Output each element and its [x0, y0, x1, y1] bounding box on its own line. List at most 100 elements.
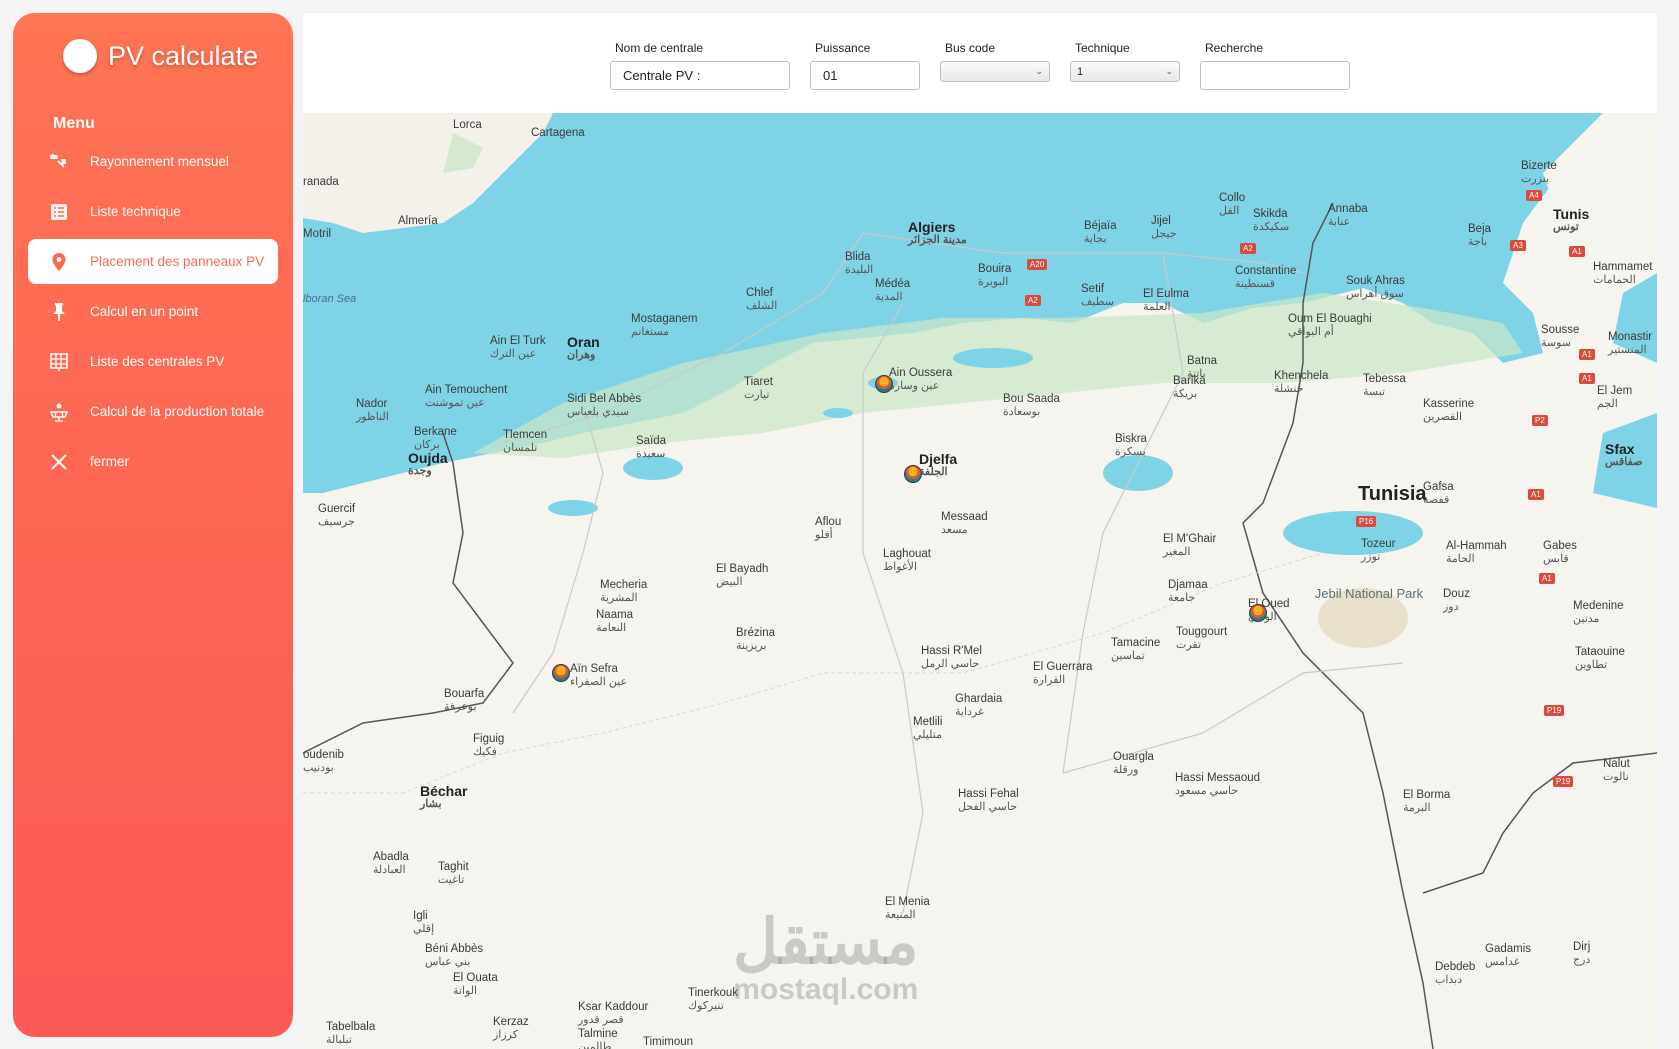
- city-label: Abadla العبادلة: [373, 851, 409, 876]
- city-label: Collo القل: [1219, 192, 1246, 217]
- pushpin-icon: [48, 301, 70, 323]
- city-label: Ksar Kaddour قصر قدور: [578, 1001, 649, 1026]
- menu-item-placement-panneaux[interactable]: Placement des panneaux PV: [28, 239, 278, 284]
- road-shield: A1: [1539, 573, 1555, 584]
- menu-item-rayonnement-mensuel[interactable]: Rayonnement mensuel: [28, 139, 278, 184]
- city-label: Lorca: [453, 119, 482, 131]
- recherche-input[interactable]: [1200, 61, 1350, 90]
- city-label: Figuig فكيك: [473, 733, 505, 758]
- city-label: El Ouata الواتة: [453, 972, 498, 997]
- city-label: El Bayadh البيض: [716, 563, 769, 588]
- city-label: Gafsa قفصة: [1423, 481, 1454, 506]
- city-label: Bouira البويرة: [978, 263, 1012, 288]
- solar-radiation-icon: [48, 151, 70, 173]
- road-shield: A2: [1025, 295, 1041, 306]
- city-label: El Jem الجم: [1597, 385, 1633, 410]
- road-shield: A1: [1579, 349, 1595, 360]
- city-label: Ouargla ورقلة: [1113, 751, 1154, 776]
- recherche-field: Recherche: [1200, 41, 1350, 90]
- chott-melrhir: [1103, 455, 1173, 491]
- menu-item-liste-centrales[interactable]: Liste des centrales PV: [28, 339, 278, 384]
- city-label: Berkane بركان: [414, 426, 457, 451]
- pv-marker-el-oued[interactable]: [1249, 604, 1267, 622]
- technique-select[interactable]: 1 ⌄: [1070, 61, 1180, 82]
- city-label: Aïn Sefra عين الصفراء: [570, 663, 628, 688]
- road-shield: A1: [1569, 246, 1585, 257]
- map-view[interactable]: lboran Sea Tunisia Jebil National Park L…: [303, 113, 1657, 1049]
- city-label: Constantine قسنطينة: [1235, 265, 1297, 290]
- solar-panel-grid-icon: [48, 351, 70, 373]
- city-label-sfax: Sfax صفاقس: [1605, 441, 1643, 468]
- city-label: Médéa المدية: [875, 278, 911, 303]
- city-label: Tebessa تبسة: [1363, 373, 1406, 398]
- close-icon: [48, 451, 70, 473]
- city-label: Brézina بريزينة: [736, 627, 775, 652]
- puissance-input[interactable]: [810, 61, 920, 90]
- city-label: Mostaganem مستغانم: [631, 313, 698, 338]
- city-label: Nador الناظور: [356, 398, 389, 423]
- city-label: Tinerkouk تنيركوك: [688, 987, 739, 1012]
- road-shield: P19: [1544, 705, 1565, 716]
- city-label: Sousse سوسة: [1541, 324, 1580, 349]
- city-label: Metlili متليلي: [913, 716, 943, 741]
- city-label: Douz دوز: [1443, 588, 1470, 613]
- app-title: PV calculate: [108, 40, 259, 71]
- city-label: Touggourt تقرت: [1176, 626, 1228, 651]
- chott-el-djerid: [1283, 511, 1423, 555]
- pv-marker-djelfa[interactable]: [904, 465, 922, 483]
- city-label: Hassi Messaoud حاسي مسعود: [1175, 772, 1261, 797]
- bus-code-label: Bus code: [945, 41, 996, 55]
- road-shield: P19: [1553, 776, 1574, 787]
- city-label: Guercif جرسيف: [318, 503, 356, 528]
- road-shield: A1: [1528, 489, 1544, 500]
- pv-marker-ain-oussera[interactable]: [875, 375, 893, 393]
- menu-item-label: Calcul en un point: [90, 304, 199, 319]
- city-label: Tamacine تماسين: [1111, 637, 1161, 662]
- nom-centrale-input[interactable]: [610, 61, 790, 90]
- city-label: Bou Saada بوسعادة: [1003, 393, 1060, 418]
- road-shield: A20: [1027, 259, 1048, 270]
- menu-item-label: Liste technique: [90, 204, 181, 219]
- city-label: El Borma البرمة: [1403, 789, 1451, 814]
- road-shield: P16: [1356, 516, 1377, 527]
- city-label: Nalut نالوت: [1603, 758, 1630, 783]
- menu-item-calcul-point[interactable]: Calcul en un point: [28, 289, 278, 334]
- nom-centrale-label: Nom de centrale: [615, 41, 704, 55]
- city-label: Gabes قابس: [1543, 540, 1577, 565]
- menu-item-fermer[interactable]: fermer: [28, 439, 278, 484]
- city-label-bechar: Béchar بشار: [420, 783, 468, 810]
- city-label-djelfa: Djelfa الجلفة: [919, 451, 958, 478]
- country-label-tunisia: Tunisia: [1358, 483, 1427, 505]
- city-label-oran: Oran وهران: [567, 334, 600, 361]
- city-label: Almería: [398, 215, 438, 227]
- sidebar: PV calculate Menu Rayonnement mensuel Li…: [13, 13, 293, 1037]
- city-label: Messaad مسعد: [941, 511, 988, 536]
- city-label-tunis: Tunis تونس: [1553, 206, 1590, 233]
- watermark-arabic: مستقل: [733, 908, 919, 977]
- city-label: Talmine طالمين: [578, 1028, 618, 1049]
- city-label: Dirj درج: [1573, 941, 1591, 966]
- menu-item-liste-technique[interactable]: Liste technique: [28, 189, 278, 234]
- menu-item-label: Rayonnement mensuel: [90, 154, 229, 169]
- puissance-field: Puissance: [810, 41, 920, 90]
- city-label: Souk Ahras سوق أهراس: [1346, 275, 1405, 300]
- city-label: Djamaa جامعة: [1168, 579, 1208, 604]
- menu-item-label: Liste des centrales PV: [90, 354, 225, 369]
- city-label: Monastir المنستير: [1608, 331, 1653, 356]
- technique-field: Technique 1 ⌄: [1070, 41, 1180, 82]
- city-label: Béjaïa بجاية: [1084, 220, 1117, 245]
- city-label: Ain Temouchent عين تموشنت: [425, 384, 508, 409]
- menu-item-production-totale[interactable]: Calcul de la production totale: [28, 389, 278, 434]
- chevron-down-icon: ⌄: [1035, 66, 1043, 76]
- city-label: Ghardaia غرداية: [955, 693, 1003, 718]
- recherche-label: Recherche: [1205, 41, 1264, 55]
- menu-item-label: fermer: [90, 454, 130, 469]
- city-label: Kasserine القصرين: [1423, 398, 1475, 423]
- city-label: Khenchela خنشلة: [1274, 370, 1329, 395]
- pv-marker-ain-sefra[interactable]: [552, 664, 570, 682]
- menu-item-label: Placement des panneaux PV: [90, 254, 265, 269]
- map-base: [303, 113, 1657, 1049]
- city-label: Béni Abbès بني عباس: [425, 943, 484, 968]
- puissance-label: Puissance: [815, 41, 871, 55]
- bus-code-select[interactable]: ⌄: [940, 61, 1050, 82]
